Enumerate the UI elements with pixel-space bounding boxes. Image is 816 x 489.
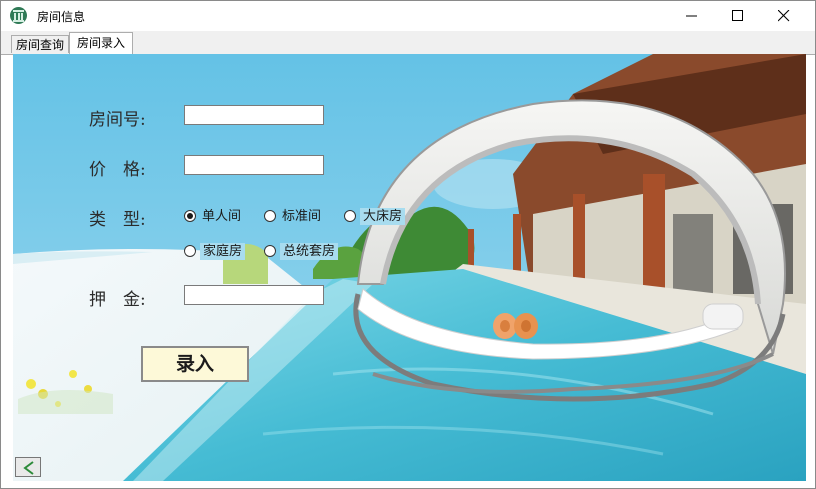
- room-number-label: 房间号:: [89, 110, 146, 130]
- chevron-left-icon: [23, 461, 34, 475]
- radio-unchecked-icon: [264, 210, 276, 222]
- price-input[interactable]: [184, 155, 324, 175]
- title-bar[interactable]: 房间信息: [1, 1, 815, 31]
- room-type-option-label: 单人间: [202, 209, 242, 224]
- room-type-option-label: 总统套房: [280, 243, 339, 260]
- tab-room-entry[interactable]: 房间录入: [69, 32, 133, 54]
- maximize-button[interactable]: [715, 1, 761, 31]
- room-entry-panel: 房间号: 价 格: 类 型: 单人间 标准间 大床房 家庭房 总统套房 押 金:…: [13, 54, 806, 481]
- radio-checked-icon: [184, 210, 196, 222]
- minimize-icon: [686, 15, 697, 17]
- deposit-input[interactable]: [184, 285, 324, 305]
- back-button[interactable]: [15, 457, 41, 477]
- app-window: 房间信息 房间查询 房间录入 房间号: 价 格: 类 型: 单人间 标准间 大床…: [0, 0, 816, 489]
- window-title: 房间信息: [37, 10, 86, 24]
- deposit-label: 押 金:: [89, 290, 146, 310]
- room-type-option-label: 家庭房: [200, 243, 246, 260]
- radio-unchecked-icon: [344, 210, 356, 222]
- room-type-option-label: 大床房: [360, 208, 406, 225]
- tab-room-query[interactable]: 房间查询: [11, 35, 69, 53]
- maximize-icon: [732, 10, 743, 21]
- close-icon: [778, 10, 790, 22]
- tab-strip: 房间查询 房间录入: [1, 31, 815, 55]
- room-type-option-label: 标准间: [282, 209, 322, 224]
- radio-unchecked-icon: [184, 245, 196, 257]
- radio-unchecked-icon: [264, 245, 276, 257]
- price-label: 价 格:: [89, 160, 146, 180]
- close-button[interactable]: [761, 1, 807, 31]
- room-type-label: 类 型:: [89, 210, 146, 230]
- submit-entry-button[interactable]: 录入: [141, 346, 249, 382]
- room-number-input[interactable]: [184, 105, 324, 125]
- hotel-building-icon: [10, 7, 27, 24]
- minimize-button[interactable]: [669, 1, 715, 31]
